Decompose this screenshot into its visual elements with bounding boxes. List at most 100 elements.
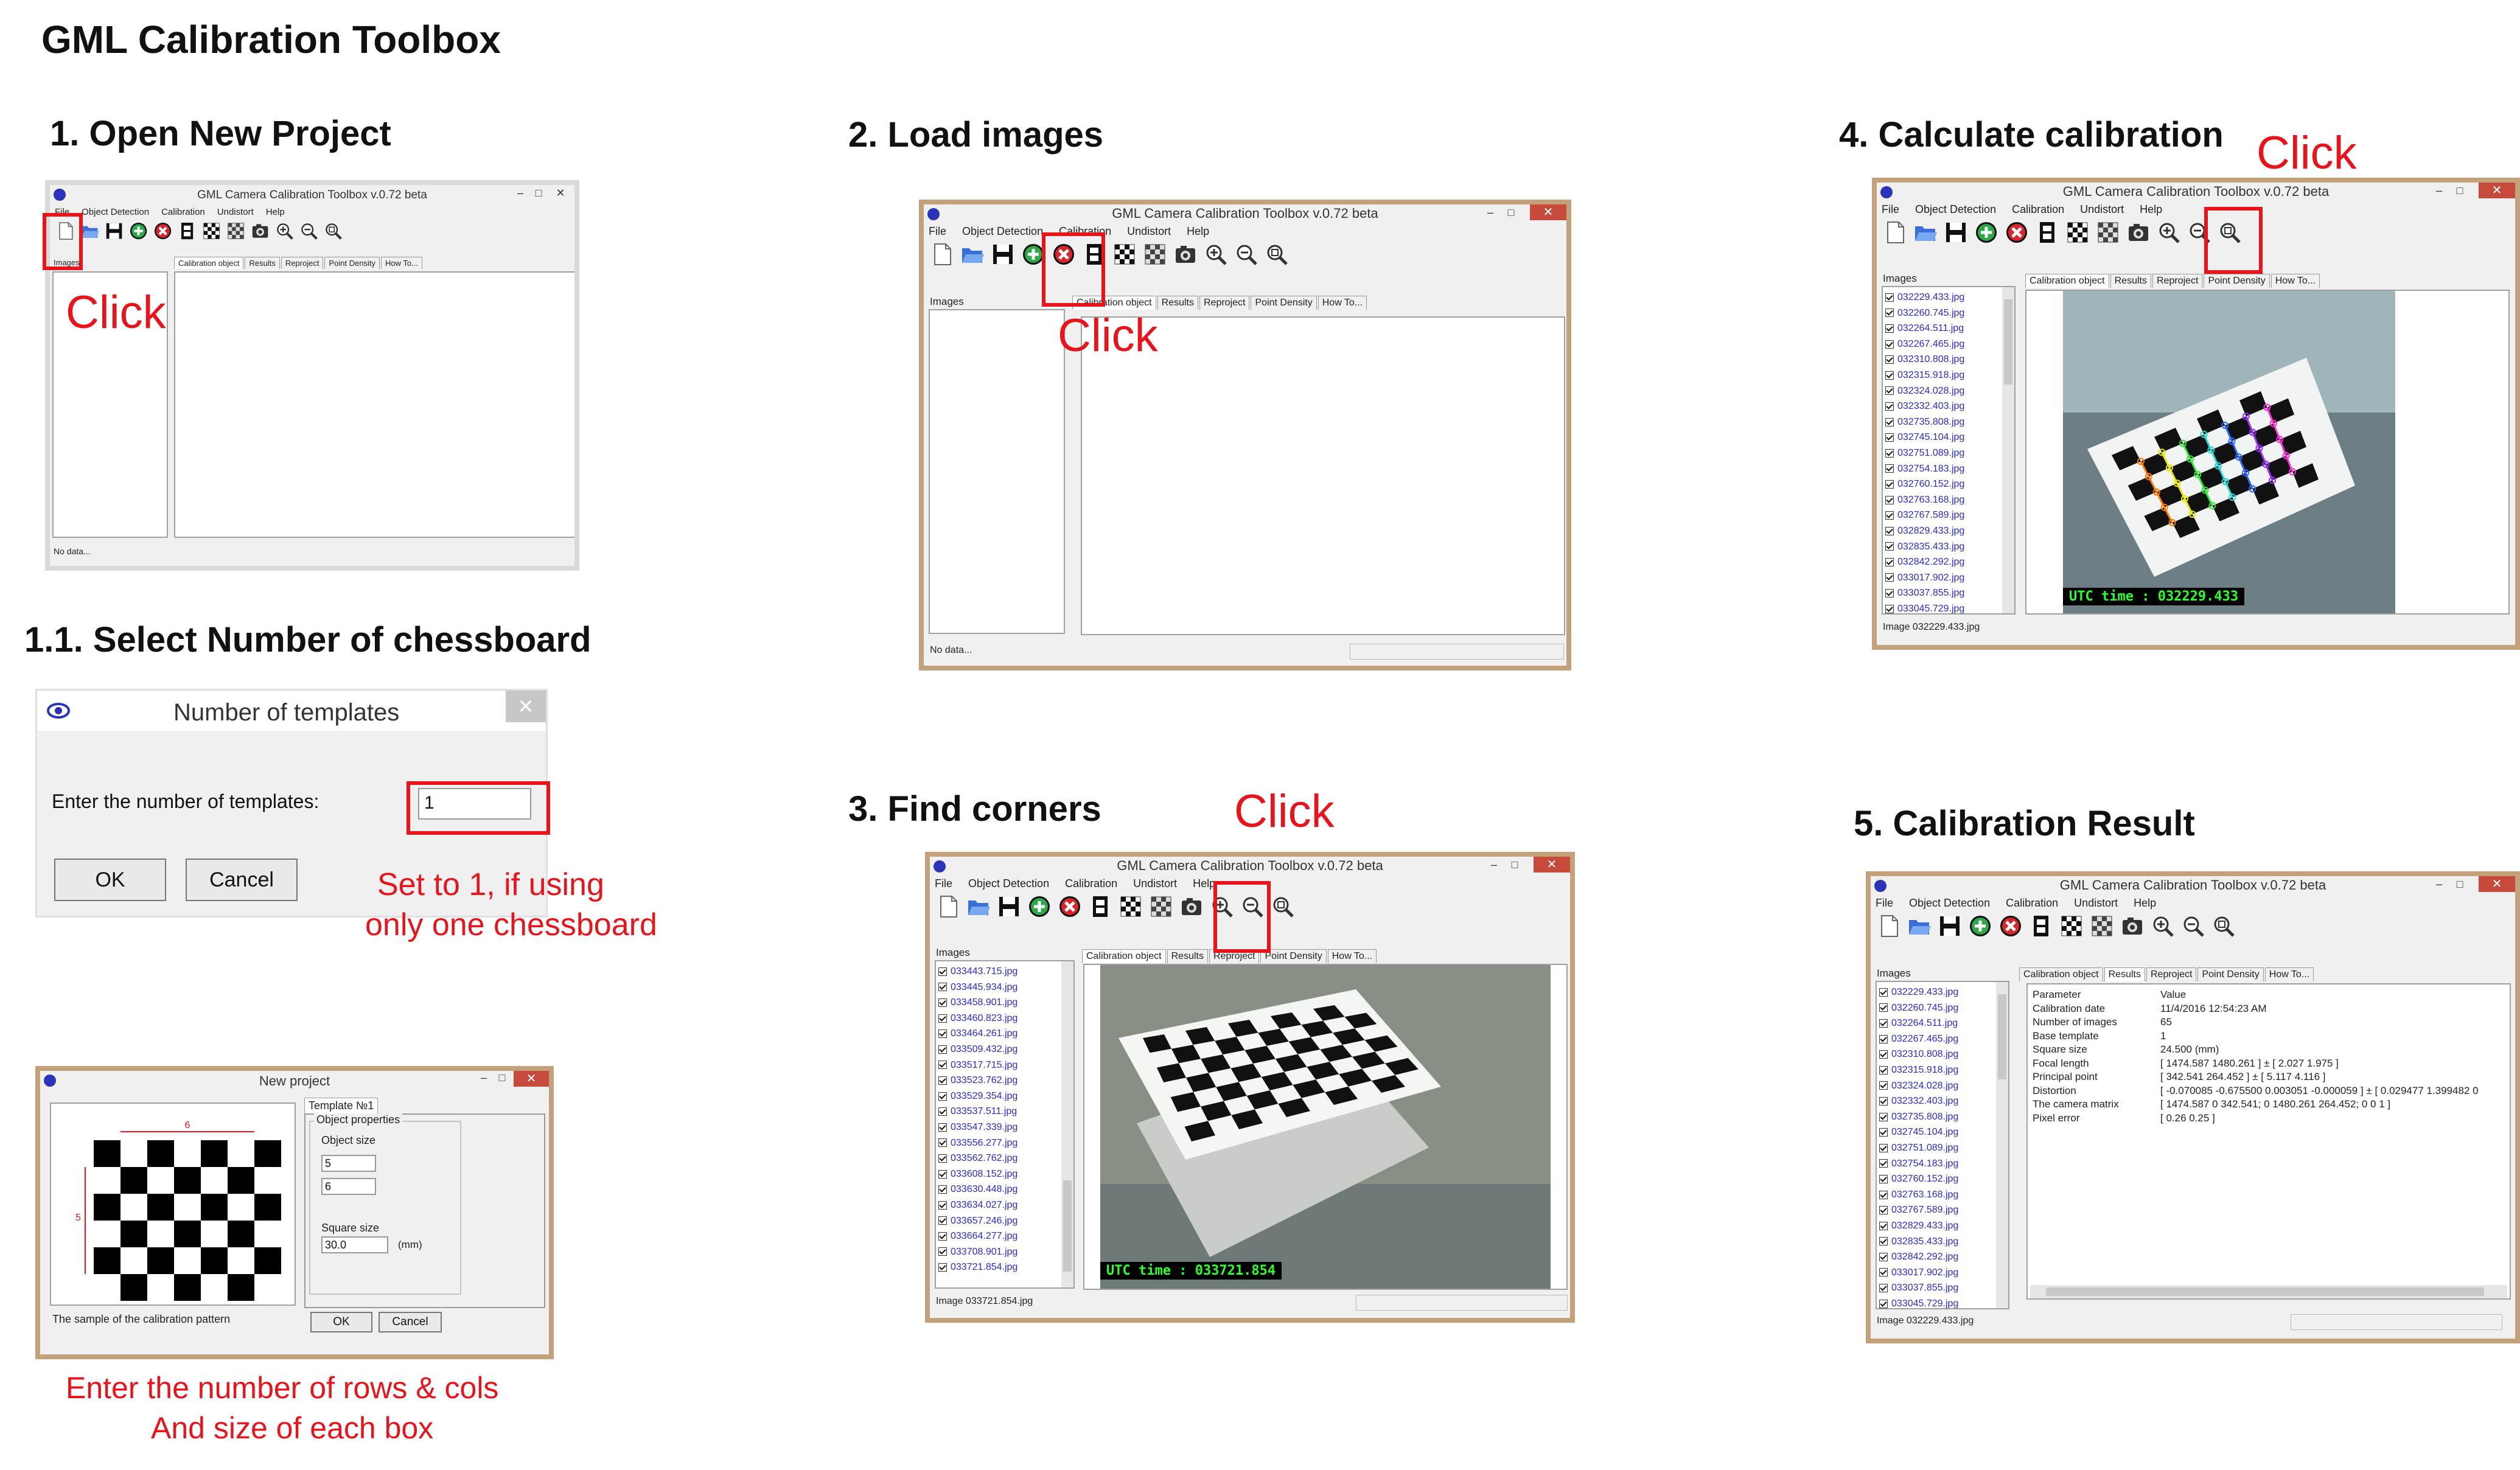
checkbox[interactable]: [1879, 1065, 1888, 1075]
list-item[interactable]: 032260.745.jpg: [1885, 305, 2001, 321]
checkbox[interactable]: [1879, 1206, 1888, 1215]
minimize-button[interactable]: –: [1485, 858, 1503, 871]
tab-results[interactable]: Results: [2104, 967, 2145, 981]
horizontal-scrollbar[interactable]: [2030, 1285, 2507, 1298]
checkbox[interactable]: [938, 1029, 947, 1039]
checkbox[interactable]: [1879, 1081, 1888, 1090]
remove-images-icon[interactable]: [152, 220, 173, 242]
menu-calibration[interactable]: Calibration: [2006, 897, 2058, 910]
list-item[interactable]: 033634.027.jpg: [938, 1197, 1060, 1213]
save-icon[interactable]: [1936, 913, 1963, 939]
checkbox[interactable]: [1879, 1112, 1888, 1121]
list-item[interactable]: 032842.292.jpg: [1885, 554, 2001, 570]
add-images-icon[interactable]: [1026, 893, 1053, 920]
checkbox[interactable]: [1879, 1174, 1888, 1183]
list-item[interactable]: 033529.354.jpg: [938, 1089, 1060, 1104]
checkbox[interactable]: [938, 1169, 947, 1179]
zoom-in-icon[interactable]: [2155, 219, 2182, 246]
list-item[interactable]: 032310.808.jpg: [1885, 352, 2001, 368]
minimize-button[interactable]: –: [475, 1071, 493, 1084]
list-item[interactable]: 032229.433.jpg: [1885, 290, 2001, 305]
chessboard-icon[interactable]: [201, 220, 222, 242]
maximize-button[interactable]: □: [1502, 206, 1520, 219]
list-item[interactable]: 032751.089.jpg: [1885, 445, 2001, 461]
images-list[interactable]: [929, 309, 1065, 634]
zoom-out-icon[interactable]: [1233, 241, 1260, 268]
vertical-scrollbar[interactable]: [1061, 961, 1073, 1287]
minimize-button[interactable]: –: [2430, 877, 2448, 891]
list-item[interactable]: 032754.183.jpg: [1879, 1156, 1995, 1172]
checkbox[interactable]: [1879, 1237, 1888, 1246]
list-item[interactable]: 033464.261.jpg: [938, 1026, 1060, 1042]
zoom-out-icon[interactable]: [298, 220, 319, 242]
minimize-button[interactable]: –: [2430, 184, 2448, 197]
chessboard-icon[interactable]: [2058, 913, 2085, 939]
list-item[interactable]: 032829.433.jpg: [1885, 523, 2001, 539]
list-item[interactable]: 032767.589.jpg: [1885, 507, 2001, 523]
list-item[interactable]: 032264.511.jpg: [1885, 321, 2001, 336]
tab-calibration-object[interactable]: Calibration object: [1082, 949, 1166, 963]
dialog-close-button[interactable]: ✕: [506, 691, 546, 722]
add-images-icon[interactable]: [1973, 219, 2000, 246]
open-folder-icon[interactable]: [959, 241, 986, 268]
ok-button[interactable]: OK: [54, 859, 166, 901]
add-images-icon[interactable]: [1967, 913, 1994, 939]
checkbox[interactable]: [1879, 1143, 1888, 1152]
tab-reproject[interactable]: Reproject: [1199, 296, 1250, 310]
close-button[interactable]: ✕: [2479, 876, 2515, 892]
rows-input[interactable]: 5: [321, 1155, 376, 1172]
menu-object-detection[interactable]: Object Detection: [1909, 897, 1990, 910]
square-size-input[interactable]: 30.0: [321, 1236, 388, 1253]
checkbox[interactable]: [938, 1045, 947, 1054]
menu-help[interactable]: Help: [2134, 897, 2156, 910]
list-item[interactable]: 032763.168.jpg: [1879, 1187, 1995, 1203]
checkbox[interactable]: [938, 1185, 947, 1194]
list-item[interactable]: 033460.823.jpg: [938, 1011, 1060, 1026]
list-item[interactable]: 033721.854.jpg: [938, 1259, 1060, 1275]
detect-corners-icon[interactable]: [2095, 219, 2121, 246]
camera-calibrate-icon[interactable]: [2125, 219, 2152, 246]
list-item[interactable]: 033657.246.jpg: [938, 1213, 1060, 1229]
list-item[interactable]: 033037.855.jpg: [1879, 1280, 1995, 1296]
detect-corners-icon[interactable]: [1148, 893, 1174, 920]
maximize-button[interactable]: □: [2451, 184, 2469, 197]
minimize-button[interactable]: –: [511, 186, 529, 200]
checkbox[interactable]: [1885, 557, 1894, 566]
detect-corners-icon[interactable]: [2089, 913, 2115, 939]
tab-results[interactable]: Results: [245, 257, 280, 269]
list-item[interactable]: 032760.152.jpg: [1885, 476, 2001, 492]
vertical-scrollbar[interactable]: [1996, 982, 2008, 1308]
checkbox[interactable]: [1885, 542, 1894, 551]
tab-how-to[interactable]: How To...: [381, 257, 422, 269]
checkbox[interactable]: [1885, 371, 1894, 380]
list-item[interactable]: 033630.448.jpg: [938, 1182, 1060, 1197]
list-item[interactable]: 032751.089.jpg: [1879, 1140, 1995, 1156]
checkbox[interactable]: [1879, 1034, 1888, 1043]
checkbox[interactable]: [1885, 402, 1894, 411]
checkbox[interactable]: [1885, 417, 1894, 427]
tab-template-1[interactable]: Template №1: [304, 1098, 379, 1113]
camera-calibrate-icon[interactable]: [2119, 913, 2146, 939]
list-item[interactable]: 032745.104.jpg: [1879, 1124, 1995, 1140]
list-item[interactable]: 032315.918.jpg: [1879, 1062, 1995, 1078]
list-item[interactable]: 032264.511.jpg: [1879, 1015, 1995, 1031]
checkbox[interactable]: [1885, 511, 1894, 520]
cols-input[interactable]: 6: [321, 1178, 376, 1195]
close-button[interactable]: ✕: [514, 1071, 549, 1087]
close-button[interactable]: ✕: [1534, 857, 1570, 873]
scroll-thumb[interactable]: [1998, 994, 2006, 1079]
checkbox[interactable]: [938, 1092, 947, 1101]
scroll-thumb[interactable]: [2046, 1287, 2484, 1296]
tab-point-density[interactable]: Point Density: [2204, 274, 2270, 288]
checkbox[interactable]: [1885, 464, 1894, 473]
checkbox[interactable]: [1885, 573, 1894, 582]
checkbox[interactable]: [938, 967, 947, 976]
menu-object-detection[interactable]: Object Detection: [1915, 203, 1996, 216]
zoom-fit-icon[interactable]: [2210, 913, 2237, 939]
tab-calibration-object[interactable]: Calibration object: [2019, 967, 2103, 981]
checkbox[interactable]: [938, 1216, 947, 1225]
checkbox[interactable]: [1879, 1284, 1888, 1293]
menu-help[interactable]: Help: [2140, 203, 2162, 216]
checkbox[interactable]: [1879, 1003, 1888, 1012]
maximize-button[interactable]: □: [493, 1071, 511, 1084]
